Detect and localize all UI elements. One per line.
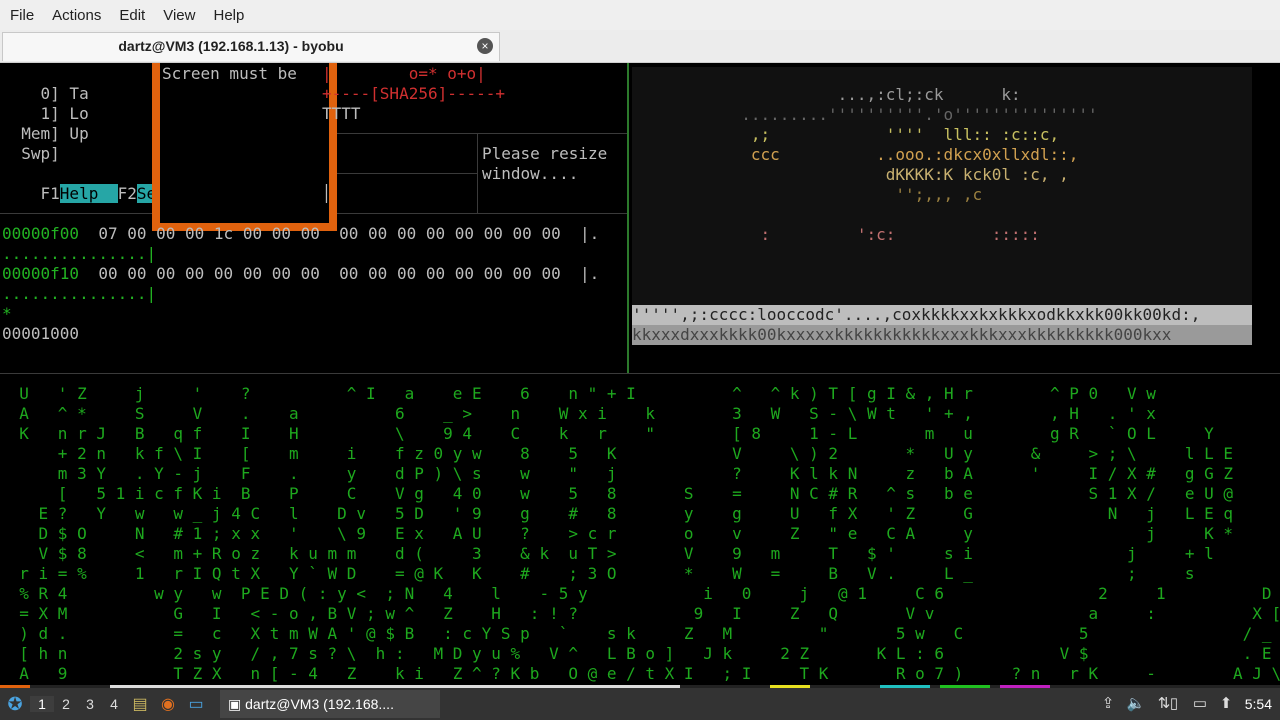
matrix-rain-line: % R 4 w y w P E D ( : y < ; N 4 l - 5 y … bbox=[0, 584, 1280, 603]
matrix-rain-line: [ 5 1 i c f K i B P C V g 4 0 w 5 8 S = … bbox=[0, 484, 1280, 503]
ascii-art-line: : ':c: ::::: bbox=[722, 225, 1117, 244]
screen-size-message: Screen must be bbox=[162, 64, 297, 83]
hex-row-2-ascii: ...............| bbox=[2, 284, 157, 303]
lower-pane-divider bbox=[0, 373, 1280, 374]
ascii-art-line: dKKKK:K kck0l :c, , bbox=[722, 165, 1117, 184]
matrix-rain-line: E ? Y w w _ j 4 C l D v 5 D ' 9 g # 8 y … bbox=[0, 504, 1280, 523]
workspace-2[interactable]: 2 bbox=[54, 696, 78, 712]
ascii-art-line: '';,,, ,c bbox=[722, 185, 1108, 204]
matrix-rain-line: + 2 n k f \ I [ m i f z 0 y w 8 5 K V \ … bbox=[0, 444, 1280, 463]
hex-row-1: 00000f00 07 00 00 00 1c 00 00 00 00 00 0… bbox=[2, 224, 599, 244]
htop-cpu0: 0] Ta bbox=[2, 84, 89, 103]
tab-strip: dartz@VM3 (192.168.1.13) - byobu × bbox=[0, 30, 1280, 63]
vertical-pane-divider bbox=[627, 63, 629, 373]
ascii-art-line: ccc ..ooo.:dkcx0xllxdl::, bbox=[722, 145, 1117, 164]
matrix-rain-line: A 9 T Z X n [ - 4 Z k i Z ^ ? K b O @ e … bbox=[0, 664, 1280, 683]
update-icon[interactable]: ⬆ bbox=[1216, 694, 1236, 714]
resize-message-line2: window.... bbox=[482, 164, 579, 183]
ascii-art-line: .........''''''''''.'o''''''''''''''' bbox=[722, 105, 1098, 124]
hex-row-2-address: 00000f10 bbox=[2, 264, 80, 283]
matrix-rain-line: = X M G I < - o , B V ; w ^ Z H : ! ? 9 … bbox=[0, 604, 1280, 623]
sha-art-line3: TTTT bbox=[322, 104, 361, 123]
ascii-art-line: ,; '''' lll:: :c::c, bbox=[722, 125, 1108, 144]
hex-row-1-bytes: 07 00 00 00 1c 00 00 00 00 00 00 00 00 0… bbox=[79, 224, 600, 243]
sha-art-line2: +----[SHA256]-----+ bbox=[322, 84, 506, 103]
tab-title: dartz@VM3 (192.168.1.13) - byobu bbox=[118, 38, 344, 54]
workspace-1[interactable]: 1 bbox=[30, 696, 54, 712]
volume-icon[interactable]: 🔈 bbox=[1126, 694, 1146, 714]
hex-repeat-star: * bbox=[2, 304, 12, 323]
matrix-rain-line: m 3 Y . Y - j F . y d P ) \ s w " j ? K … bbox=[0, 464, 1280, 483]
workspace-4[interactable]: 4 bbox=[102, 696, 126, 712]
matrix-rain-line: D $ O N # 1 ; x x ' \ 9 E x A U ? > c r … bbox=[0, 524, 1280, 543]
f1-key: F1 bbox=[40, 184, 60, 203]
clock[interactable]: 5:54 bbox=[1245, 696, 1272, 712]
firefox-icon[interactable]: ◉ bbox=[154, 694, 182, 714]
menu-help[interactable]: Help bbox=[205, 7, 252, 24]
matrix-rain-line: A ^ * S V . a 6 _ > n W x i k 3 W S - \ … bbox=[0, 404, 1280, 423]
matrix-rain-pane: U ' Z j ' ? ^ I a e E 6 n " + I ^ ^ k ) … bbox=[0, 375, 1280, 685]
matrix-rain-line: U ' Z j ' ? ^ I a e E 6 n " + I ^ ^ k ) … bbox=[0, 384, 1280, 403]
f2-key: F2 bbox=[117, 184, 137, 203]
hex-end-address: 00001000 bbox=[2, 324, 80, 343]
htop-mem: Mem] Up bbox=[2, 124, 89, 143]
close-tab-icon[interactable]: × bbox=[477, 38, 493, 54]
matrix-rain-line: r i = % 1 r I Q t X Y ` W D = @ K K # ; … bbox=[0, 564, 1280, 583]
terminal-icon: ▣ bbox=[228, 696, 246, 712]
sha-pane-divider bbox=[322, 133, 627, 134]
hex-row-1-address: 00000f00 bbox=[2, 224, 80, 243]
ascii-art-line: ''''',;:cccc:looccodc'....,coxkkkkxxkxkk… bbox=[632, 305, 1252, 325]
resize-pane-divider bbox=[477, 133, 478, 213]
resize-message-line1: Please resize bbox=[482, 144, 608, 163]
start-menu-icon[interactable]: ✪ bbox=[0, 694, 30, 715]
hex-row-2-bytes: 00 00 00 00 00 00 00 00 00 00 00 00 00 0… bbox=[79, 264, 600, 283]
menu-file[interactable]: File bbox=[2, 7, 42, 24]
matrix-rain-line: V $ 8 < m + R o z k u m m d ( 3 & k u T … bbox=[0, 544, 1280, 563]
matrix-rain-line: ) d . = c X t m W A ' @ $ B : c Y S p ` … bbox=[0, 624, 1272, 643]
menu-edit[interactable]: Edit bbox=[111, 7, 153, 24]
matrix-rain-line: [ h n 2 s y / , 7 s ? \ h : M D y u % V … bbox=[0, 644, 1272, 663]
htop-swp: Swp] bbox=[2, 144, 60, 163]
terminal-task-button[interactable]: ▣ dartz@VM3 (192.168.... bbox=[220, 690, 440, 718]
show-desktop-icon[interactable]: ▭ bbox=[182, 694, 210, 714]
workspace-3[interactable]: 3 bbox=[78, 696, 102, 712]
file-manager-icon[interactable]: ▤ bbox=[126, 694, 154, 714]
taskbar: ✪ 1 2 3 4 ▤ ◉ ▭ bbox=[0, 688, 1280, 720]
terminal-tab[interactable]: dartz@VM3 (192.168.1.13) - byobu × bbox=[2, 32, 500, 61]
f1-help-label[interactable]: Help bbox=[59, 184, 118, 203]
screen-size-warning-box: Screen must be bbox=[152, 63, 337, 231]
hex-row-2: 00000f10 00 00 00 00 00 00 00 00 00 00 0… bbox=[2, 264, 599, 284]
htop-cpu1: 1] Lo bbox=[2, 104, 89, 123]
upload-icon[interactable]: ⇪ bbox=[1098, 694, 1118, 714]
input-pane-divider bbox=[322, 173, 477, 174]
ascii-art-line: kkxxxdxxxkkkk00kxxxxxkkkkkkkkkkkxxxkkkxx… bbox=[632, 325, 1252, 345]
sha-art-line1: | o=* o+o| bbox=[322, 64, 486, 83]
menu-actions[interactable]: Actions bbox=[44, 7, 109, 24]
task-button-label: dartz@VM3 (192.168.... bbox=[245, 696, 394, 712]
menubar: File Actions Edit View Help bbox=[0, 0, 1280, 30]
hex-row-1-ascii: ...............| bbox=[2, 244, 157, 263]
ascii-art-pane: ...,:cl;:ck k: .........''''''''''.'o'''… bbox=[632, 67, 1252, 345]
input-cursor: ▏ bbox=[326, 184, 336, 203]
ascii-art-line: ...,:cl;:ck k: bbox=[722, 85, 1108, 104]
menu-view[interactable]: View bbox=[155, 7, 203, 24]
terminal-area[interactable]: 0] Ta 1] Lo Mem] Up Swp] F1Help F2Setup … bbox=[0, 63, 1280, 685]
clipboard-icon[interactable]: ▯ bbox=[1164, 694, 1184, 714]
matrix-rain-line: K n r J B q f I H \ 9 4 C k r " [ 8 1 - … bbox=[0, 424, 1280, 443]
display-icon[interactable]: ▭ bbox=[1190, 694, 1210, 714]
